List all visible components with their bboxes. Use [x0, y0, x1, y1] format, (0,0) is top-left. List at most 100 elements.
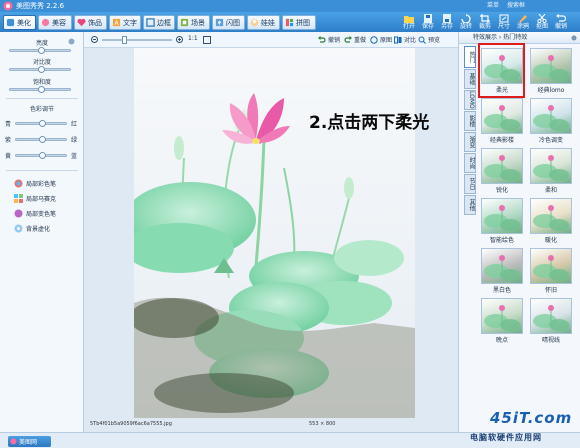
- crop-button[interactable]: 裁剪: [476, 14, 494, 32]
- image-dimensions: 553 × 800: [309, 421, 336, 427]
- tab-festival[interactable]: 节日: [464, 174, 476, 194]
- zoom-slider[interactable]: [102, 36, 172, 44]
- effect-thumb[interactable]: 冷色调变: [530, 98, 572, 144]
- tab-accessories[interactable]: 饰品: [74, 15, 107, 30]
- tab-doll[interactable]: 娃娃: [247, 15, 280, 30]
- watermark-subtitle: 电脑软硬件应用网: [470, 433, 542, 442]
- effect-label: 经典lomo: [537, 87, 565, 94]
- tab-basic[interactable]: 基础: [464, 69, 476, 89]
- effect-thumb[interactable]: 晚点: [481, 298, 523, 344]
- tab-text[interactable]: A 文字: [109, 15, 141, 30]
- zoom-out-icon[interactable]: [91, 36, 99, 44]
- scissors-icon: [537, 14, 547, 23]
- slider-knob[interactable]: [38, 136, 46, 143]
- undo-icon: [556, 14, 566, 22]
- tab-hot[interactable]: 热门: [464, 46, 476, 68]
- slider-knob[interactable]: [37, 47, 45, 54]
- local-color-brush[interactable]: 局部彩色笔: [14, 179, 56, 188]
- original-button[interactable]: 原图: [370, 35, 392, 44]
- preview-button[interactable]: 预览: [418, 35, 440, 44]
- effect-label: 黑白色: [492, 287, 511, 294]
- saturation-slider[interactable]: [9, 86, 71, 93]
- save-label: 保存: [421, 23, 434, 30]
- crop-icon: [480, 14, 490, 23]
- search-link[interactable]: 搜索框: [507, 2, 525, 9]
- effect-thumb[interactable]: 柔和: [530, 148, 572, 194]
- menu-link[interactable]: 菜单: [487, 2, 499, 9]
- compare-button[interactable]: 对比: [394, 35, 416, 44]
- crop-label: 裁剪: [478, 23, 491, 30]
- yellow-blue-slider[interactable]: [15, 152, 67, 159]
- redo-label: 重做: [354, 37, 367, 44]
- green-label: 绿: [71, 137, 78, 144]
- tab-scene[interactable]: 场景: [177, 15, 210, 30]
- photo-canvas[interactable]: [134, 48, 415, 418]
- doodle-button[interactable]: 涂鸦: [514, 14, 532, 32]
- cutout-button[interactable]: 抠图: [533, 14, 551, 32]
- tab-frame[interactable]: 边框: [143, 15, 175, 30]
- actual-size-button[interactable]: 1:1: [188, 35, 198, 42]
- save-button[interactable]: 保存: [419, 14, 437, 32]
- effect-label: 锐化: [495, 187, 508, 194]
- zoom-slider-knob[interactable]: [122, 36, 127, 44]
- effect-label: 智能绘色: [489, 237, 514, 244]
- tab-lomo[interactable]: LOMO: [464, 90, 476, 110]
- tab-label: 闪图: [226, 18, 240, 27]
- slider-knob[interactable]: [38, 152, 46, 159]
- local-recolor-brush[interactable]: 局部变色笔: [14, 209, 56, 218]
- folder-icon: [404, 16, 414, 23]
- main-toolbar: 美化 美容 饰品 A 文字 边框 场景 闪图 娃娃 拼图 打开 保存 另存 旋转…: [0, 12, 580, 32]
- contrast-slider[interactable]: [9, 66, 71, 73]
- effect-label: 经典影楼: [489, 137, 514, 144]
- effect-preview-image: [481, 198, 523, 234]
- effect-thumb[interactable]: 怀旧: [530, 248, 572, 294]
- effect-thumb[interactable]: 锐化: [481, 148, 523, 194]
- undo-top-button[interactable]: 撤销: [552, 14, 570, 32]
- brightness-slider[interactable]: [9, 47, 71, 54]
- effect-thumb[interactable]: 暖化: [530, 198, 572, 244]
- redo-button[interactable]: 重做: [344, 35, 366, 44]
- slider-knob[interactable]: [37, 66, 45, 73]
- tab-collage[interactable]: 拼图: [282, 15, 316, 30]
- tab-other[interactable]: 其他: [464, 195, 476, 215]
- cyan-red-slider[interactable]: [15, 120, 67, 127]
- effect-preview-image: [530, 198, 572, 234]
- tab-makeup[interactable]: 美容: [38, 15, 72, 30]
- effect-thumb[interactable]: 经典lomo: [530, 48, 572, 94]
- tab-gradient[interactable]: 渐变: [464, 132, 476, 152]
- open-button[interactable]: 打开: [400, 14, 418, 32]
- watermark-site: 45iT.com: [490, 409, 573, 427]
- effect-thumb[interactable]: 晴视线: [530, 298, 572, 344]
- effect-thumb[interactable]: 经典影楼: [481, 98, 523, 144]
- purple-green-slider[interactable]: [15, 136, 67, 143]
- original-icon: [370, 35, 378, 44]
- brush-label: 局部变色笔: [26, 211, 57, 218]
- original-label: 原图: [380, 37, 393, 44]
- slider-knob[interactable]: [37, 86, 45, 93]
- brush-label: 局部彩色笔: [26, 181, 57, 188]
- tab-studio[interactable]: 影楼: [464, 111, 476, 131]
- effect-preview-image: [481, 298, 523, 334]
- tab-flash[interactable]: 闪图: [212, 15, 245, 30]
- reset-icon[interactable]: [68, 38, 75, 45]
- meitu-site-button[interactable]: 美图网: [8, 436, 51, 447]
- effect-thumb[interactable]: 黑白色: [481, 248, 523, 294]
- frame-icon: [146, 18, 155, 27]
- tab-fashion[interactable]: 时尚: [464, 153, 476, 173]
- fit-screen-icon[interactable]: [203, 36, 211, 44]
- slider-knob[interactable]: [38, 120, 46, 127]
- save-as-button[interactable]: 另存: [438, 14, 456, 32]
- doodle-label: 涂鸦: [516, 23, 529, 30]
- rotate-button[interactable]: 旋转: [457, 14, 475, 32]
- panel-settings-icon[interactable]: [571, 35, 577, 41]
- resize-icon: [499, 14, 509, 23]
- tab-beautify[interactable]: 美化: [3, 15, 36, 30]
- local-mosaic-brush[interactable]: 局部马赛克: [14, 194, 56, 203]
- resize-button[interactable]: 尺寸: [495, 14, 513, 32]
- compare-label: 对比: [404, 37, 417, 44]
- undo-button[interactable]: 撤销: [318, 35, 340, 44]
- instruction-overlay-text: 2.点击两下柔光: [309, 113, 430, 133]
- effect-thumb[interactable]: 智能绘色: [481, 198, 523, 244]
- zoom-in-icon[interactable]: [176, 36, 184, 44]
- background-blur[interactable]: 背景虚化: [14, 224, 50, 233]
